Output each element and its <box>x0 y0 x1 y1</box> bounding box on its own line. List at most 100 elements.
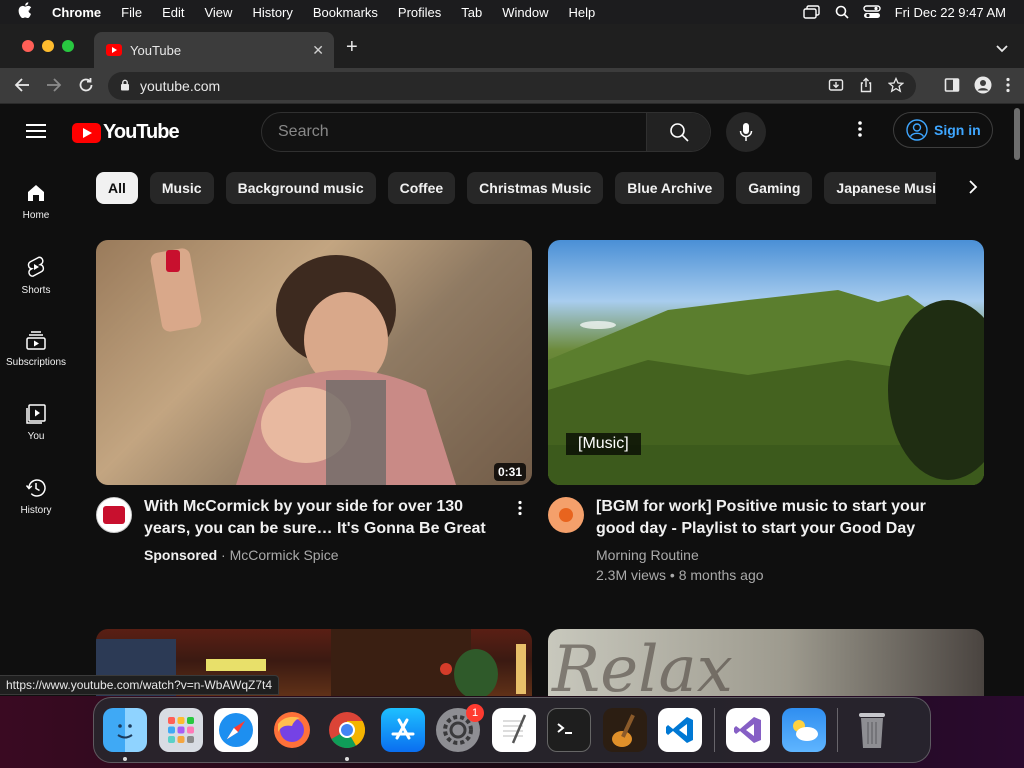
you-library-icon <box>26 404 46 424</box>
sign-in-button[interactable]: Sign in <box>893 112 993 148</box>
dock-app-store-icon[interactable] <box>380 708 425 752</box>
chip-gaming[interactable]: Gaming <box>736 172 813 204</box>
channel-name-morning-routine[interactable]: Morning Routine <box>596 545 699 565</box>
menu-bookmarks[interactable]: Bookmarks <box>313 5 378 20</box>
video-title-mccormick[interactable]: With McCormick by your side for over 130… <box>144 496 504 540</box>
chip-blue-archive[interactable]: Blue Archive <box>615 172 725 204</box>
dock-chrome-icon[interactable] <box>325 708 369 761</box>
channel-avatar-morning-routine[interactable] <box>548 497 584 533</box>
guide-label-history: History <box>20 505 52 516</box>
guide-item-subscriptions[interactable]: Subscriptions <box>0 329 72 368</box>
dock-system-settings-icon[interactable]: 1 <box>436 704 484 752</box>
spotlight-search-icon[interactable] <box>835 5 849 19</box>
tab-youtube[interactable]: YouTube ✕ <box>94 32 334 68</box>
youtube-masthead: YouTube Sign in <box>0 104 1010 160</box>
guide-item-history[interactable]: History <box>0 477 72 516</box>
dock-garageband-icon[interactable] <box>602 708 647 752</box>
dock-firefox-icon[interactable] <box>270 708 314 752</box>
window-minimize-button[interactable] <box>42 40 54 52</box>
voice-search-button[interactable] <box>726 112 766 152</box>
side-panel-icon[interactable] <box>944 77 960 98</box>
dock-safari-icon[interactable] <box>214 708 258 752</box>
orange-logo-icon <box>559 508 573 522</box>
chip-all[interactable]: All <box>96 172 138 204</box>
menu-window[interactable]: Window <box>502 5 548 20</box>
reload-icon[interactable] <box>78 77 94 98</box>
screen-mirroring-icon[interactable] <box>803 5 821 19</box>
dock-vscode-icon[interactable] <box>658 708 702 752</box>
dock-finder-icon[interactable] <box>103 708 147 761</box>
menu-view[interactable]: View <box>204 5 232 20</box>
chip-christmas-music[interactable]: Christmas Music <box>467 172 604 204</box>
guide-item-shorts[interactable]: Shorts <box>0 255 72 296</box>
menu-profiles[interactable]: Profiles <box>398 5 441 20</box>
dock-running-indicator <box>123 757 127 761</box>
scrollbar-thumb[interactable] <box>1014 108 1020 160</box>
video-caption-overlay: [Music] <box>566 433 641 455</box>
profile-avatar-icon[interactable] <box>974 76 992 99</box>
menu-edit[interactable]: Edit <box>162 5 184 20</box>
meta-separator: · <box>217 547 230 563</box>
guide-label-subscriptions: Subscriptions <box>5 357 67 368</box>
video-thumbnail-bgm[interactable]: [Music] <box>548 240 984 485</box>
back-arrow-icon[interactable] <box>14 77 30 98</box>
new-tab-button[interactable]: + <box>346 37 358 57</box>
channel-name-mccormick[interactable]: McCormick Spice <box>230 547 339 563</box>
filter-chip-bar: All Music Background music Coffee Christ… <box>96 172 936 204</box>
dock-launchpad-icon[interactable] <box>158 708 203 752</box>
menu-tab[interactable]: Tab <box>461 5 482 20</box>
guide-item-home[interactable]: Home <box>0 182 72 221</box>
video-stats-bgm: 2.3M views • 8 months ago <box>596 567 764 583</box>
chip-background-music[interactable]: Background music <box>225 172 376 204</box>
settings-kebab-icon[interactable] <box>858 120 862 143</box>
video-title-bgm[interactable]: [BGM for work] Positive music to start y… <box>596 496 966 540</box>
dock-visual-studio-icon[interactable] <box>726 708 770 752</box>
menu-help[interactable]: Help <box>569 5 596 20</box>
dock-separator <box>837 708 838 752</box>
chip-coffee[interactable]: Coffee <box>387 172 456 204</box>
account-circle-icon <box>906 119 928 141</box>
address-bar[interactable]: youtube.com <box>108 72 916 100</box>
page-scrollbar[interactable] <box>1010 104 1024 696</box>
menu-file[interactable]: File <box>121 5 142 20</box>
window-close-button[interactable] <box>22 40 34 52</box>
window-zoom-button[interactable] <box>62 40 74 52</box>
control-center-icon[interactable] <box>863 5 881 19</box>
guide-item-you[interactable]: You <box>0 403 72 442</box>
bookmark-star-icon[interactable] <box>887 76 905 96</box>
site-info-icon[interactable] <box>120 78 130 94</box>
macos-dock: 1 <box>93 697 931 763</box>
apple-menu-icon[interactable] <box>18 2 38 22</box>
notification-badge: 1 <box>466 704 484 722</box>
dock-weather-icon[interactable] <box>781 708 826 752</box>
tab-search-chevron-icon[interactable] <box>996 40 1008 58</box>
search-button[interactable] <box>646 113 710 151</box>
forward-arrow-icon[interactable] <box>46 77 62 98</box>
dock-textedit-icon[interactable] <box>491 708 536 752</box>
video-thumbnail-mccormick[interactable]: 0:31 <box>96 240 532 485</box>
install-app-icon[interactable] <box>828 77 844 96</box>
youtube-logo[interactable]: YouTube <box>72 121 180 144</box>
search-box <box>261 112 711 152</box>
search-input[interactable] <box>262 123 648 141</box>
menubar-clock[interactable]: Fri Dec 22 9:47 AM <box>895 5 1006 20</box>
link-status-url: https://www.youtube.com/watch?v=n-WbAWqZ… <box>0 675 279 695</box>
chips-next-chevron-icon[interactable] <box>968 179 978 200</box>
dock-terminal-icon[interactable] <box>547 708 591 752</box>
share-icon[interactable] <box>858 77 874 96</box>
address-bar-url: youtube.com <box>140 78 221 94</box>
mccormick-logo-icon <box>103 506 125 524</box>
dock-separator <box>713 708 715 752</box>
channel-avatar-mccormick[interactable] <box>96 497 132 533</box>
chip-japanese-music[interactable]: Japanese Music <box>824 172 936 204</box>
menu-history[interactable]: History <box>252 5 292 20</box>
tab-close-icon[interactable]: ✕ <box>312 42 324 59</box>
menu-app-name[interactable]: Chrome <box>52 5 101 20</box>
sign-in-label: Sign in <box>934 122 981 138</box>
dock-trash-icon[interactable] <box>850 708 894 752</box>
video-actions-kebab-icon[interactable] <box>518 500 522 521</box>
youtube-favicon-icon <box>106 44 122 56</box>
chrome-menu-icon[interactable] <box>1006 77 1010 98</box>
chip-music[interactable]: Music <box>149 172 214 204</box>
guide-menu-icon[interactable] <box>26 124 46 142</box>
